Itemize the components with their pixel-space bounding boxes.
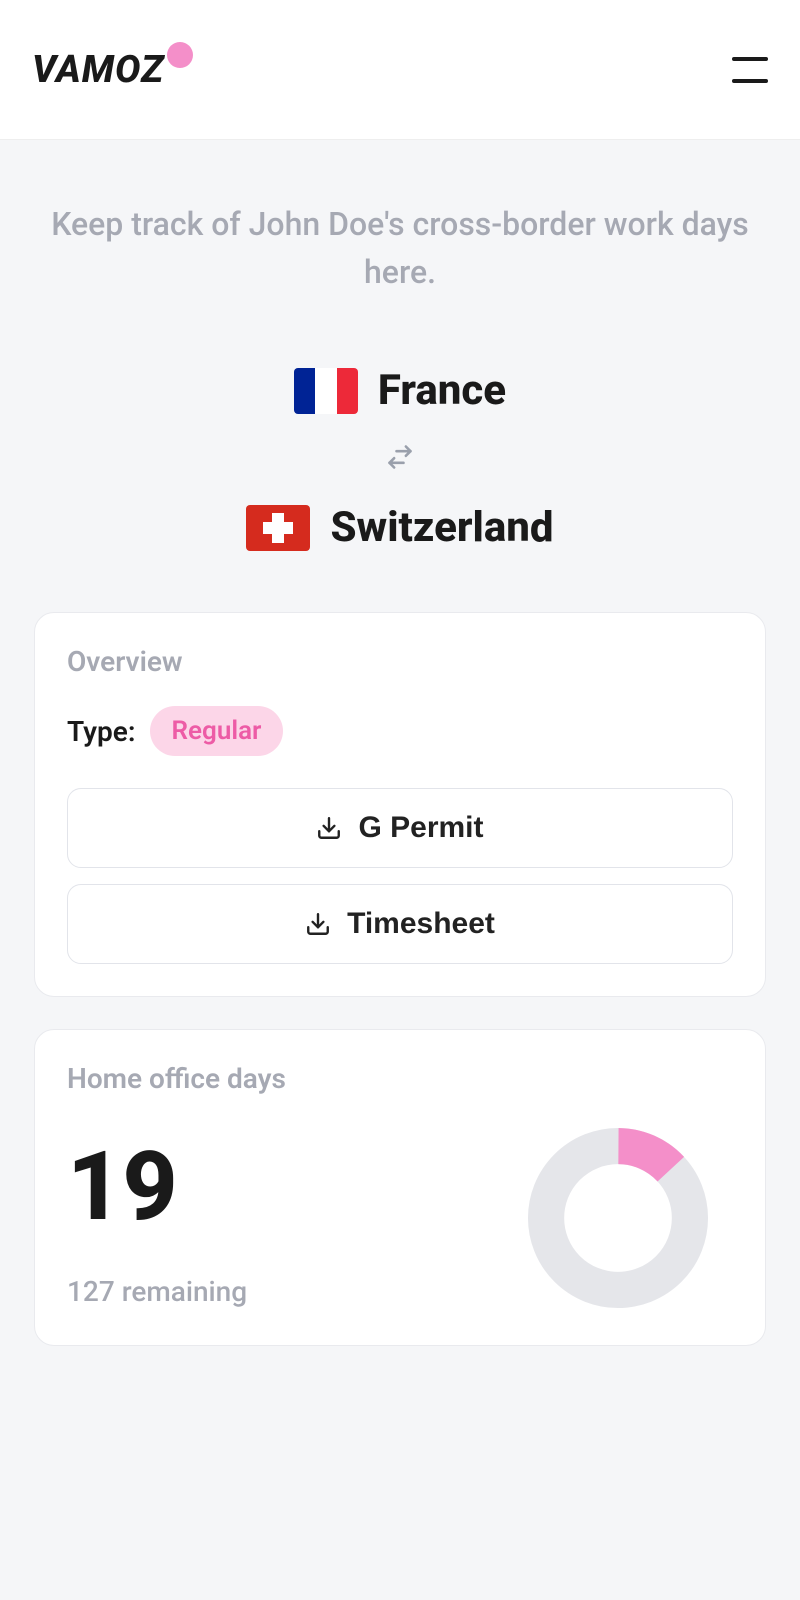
g-permit-button[interactable]: G Permit (67, 788, 733, 868)
country-to-name: Switzerland (330, 503, 553, 552)
download-icon (305, 911, 331, 937)
menu-bar-icon (732, 79, 768, 83)
country-pair: France Switzerland (34, 366, 766, 552)
main-content: Keep track of John Doe's cross-border wo… (0, 140, 800, 1346)
timesheet-button[interactable]: Timesheet (67, 884, 733, 964)
home-office-remaining: 127 remaining (67, 1275, 247, 1308)
overview-title: Overview (67, 645, 733, 678)
home-office-title: Home office days (67, 1062, 733, 1095)
brand-text: VAMOZ (32, 48, 165, 92)
type-label: Type: (67, 715, 136, 748)
download-icon (316, 815, 342, 841)
home-office-card: Home office days 19 127 remaining (34, 1029, 766, 1346)
menu-button[interactable] (732, 57, 768, 83)
timesheet-label: Timesheet (347, 907, 495, 941)
country-to: Switzerland (246, 503, 553, 552)
overview-card: Overview Type: Regular G Permit Timeshee… (34, 612, 766, 997)
switzerland-flag-icon (246, 505, 310, 551)
type-badge: Regular (150, 706, 284, 756)
page-subtitle: Keep track of John Doe's cross-border wo… (34, 200, 766, 296)
type-row: Type: Regular (67, 706, 733, 756)
home-office-stats: 19 127 remaining (67, 1129, 247, 1308)
g-permit-label: G Permit (358, 811, 483, 845)
app-header: VAMOZ (0, 0, 800, 140)
swap-arrows-icon (386, 443, 414, 475)
france-flag-icon (294, 368, 358, 414)
menu-bar-icon (732, 57, 768, 61)
brand-logo: VAMOZ (32, 48, 165, 92)
brand-dot-icon (167, 42, 193, 68)
home-office-used: 19 (67, 1139, 247, 1235)
country-from: France (294, 366, 506, 415)
donut-chart-icon (523, 1123, 713, 1313)
home-office-row: 19 127 remaining (67, 1123, 733, 1313)
country-from-name: France (378, 366, 506, 415)
